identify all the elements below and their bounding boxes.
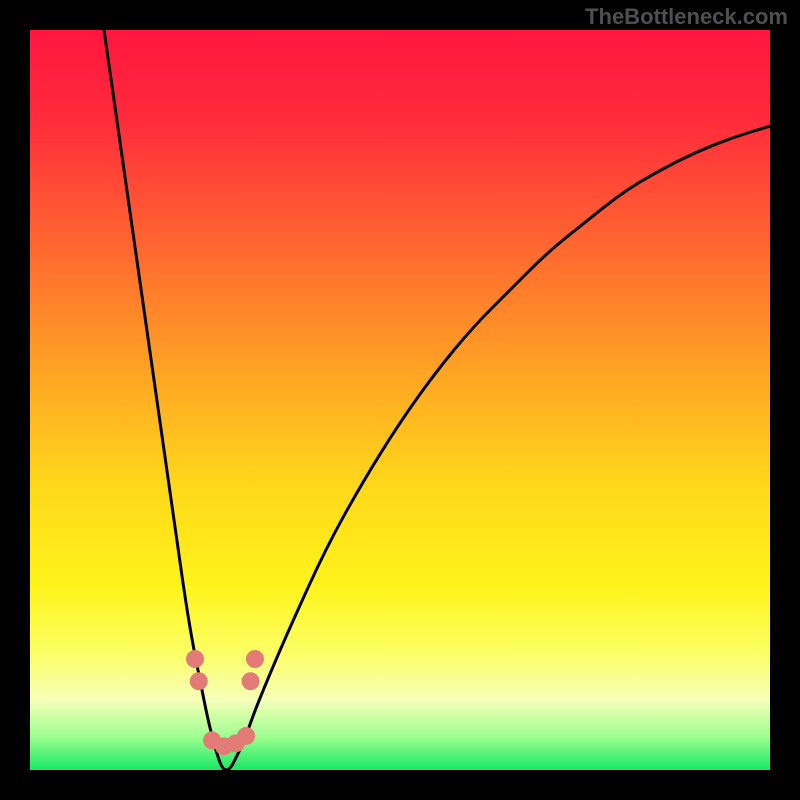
bottom-cluster-d (237, 727, 255, 745)
chart-frame: TheBottleneck.com (0, 0, 800, 800)
heat-background (30, 30, 770, 770)
left-marker-upper (186, 650, 204, 668)
left-marker-lower (190, 672, 208, 690)
chart-svg (30, 30, 770, 770)
right-marker-lower (242, 672, 260, 690)
plot-area (30, 30, 770, 770)
right-marker-upper (246, 650, 264, 668)
watermark-label: TheBottleneck.com (585, 4, 788, 30)
